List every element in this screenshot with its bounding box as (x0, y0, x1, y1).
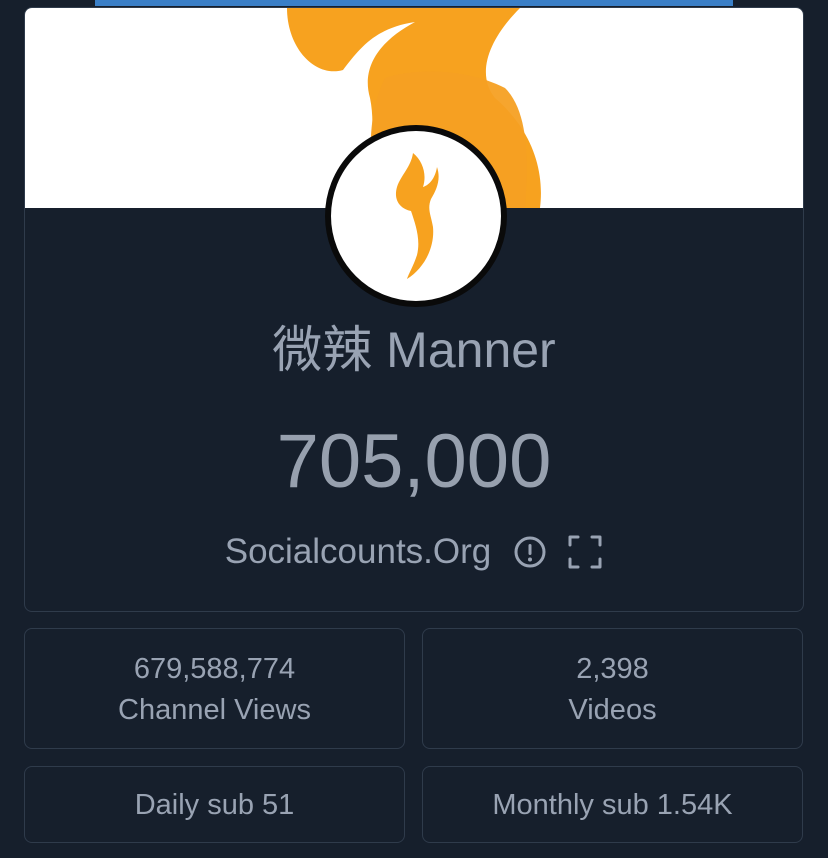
source-row: Socialcounts.Org (25, 530, 803, 574)
channel-avatar[interactable] (325, 125, 507, 307)
flame-logo-icon (395, 153, 439, 279)
top-accent-bar (95, 0, 733, 6)
videos-label: Videos (568, 694, 657, 726)
videos-box: 2,398 Videos (422, 628, 803, 749)
fullscreen-icon[interactable] (567, 534, 603, 570)
daily-sub-box: Daily sub 51 (24, 766, 405, 843)
daily-sub-text: Daily sub 51 (134, 789, 295, 821)
subscriber-count: 705,000 (276, 419, 552, 504)
info-circle-icon[interactable] (513, 535, 547, 569)
monthly-sub-text: Monthly sub 1.54K (492, 789, 733, 821)
channel-views-box: 679,588,774 Channel Views (24, 628, 405, 749)
channel-name: 微辣 Manner (272, 322, 556, 378)
channel-profile-card: 微辣 Manner 705,000 Socialcounts.Org (24, 7, 804, 612)
monthly-sub-box: Monthly sub 1.54K (422, 766, 803, 843)
videos-value: 2,398 (576, 653, 649, 685)
channel-views-label: Channel Views (118, 694, 311, 726)
source-link[interactable]: Socialcounts.Org (225, 530, 492, 574)
channel-views-value: 679,588,774 (133, 653, 296, 685)
page: 微辣 Manner 705,000 Socialcounts.Org 679,5… (0, 0, 828, 858)
